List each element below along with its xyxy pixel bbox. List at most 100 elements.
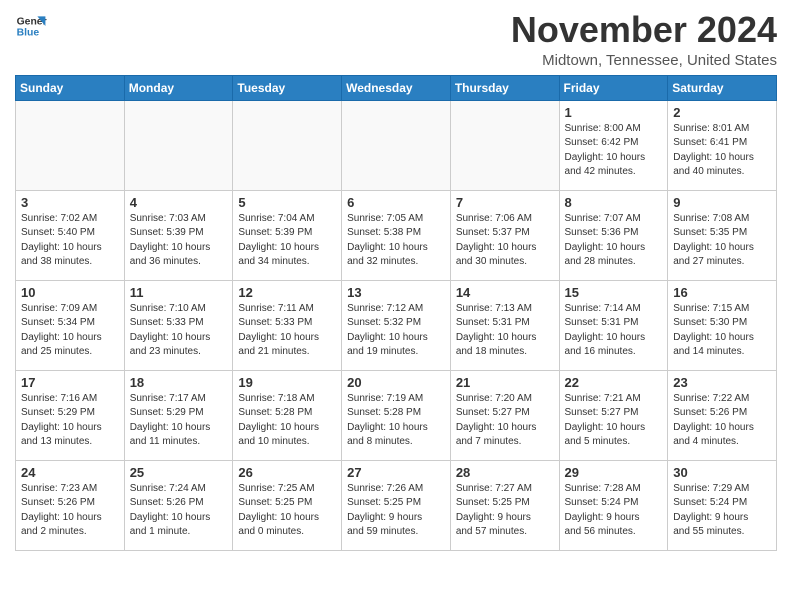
svg-text:Blue: Blue [17,28,40,39]
calendar-cell-w5-d6: 29Sunrise: 7:28 AM Sunset: 5:24 PM Dayli… [559,460,668,550]
day-number: 6 [347,195,445,210]
day-number: 27 [347,465,445,480]
calendar-cell-w4-d6: 22Sunrise: 7:21 AM Sunset: 5:27 PM Dayli… [559,370,668,460]
calendar-cell-w4-d3: 19 Sunrise: 7:18 AM Sunset: 5:28 PM Dayli… [233,370,342,460]
logo-icon: General Blue [15,10,47,42]
calendar-cell-w2-d3: 5Sunrise: 7:04 AM Sunset: 5:39 PM Daylig… [233,190,342,280]
day-number: 16 [673,285,771,300]
day-number: 18 [130,375,228,390]
day-number: 28 [456,465,554,480]
calendar-cell-w4-d7: 23Sunrise: 7:22 AM Sunset: 5:26 PM Dayli… [668,370,777,460]
day-number: 29 [565,465,663,480]
header-wednesday: Wednesday [342,75,451,100]
day-number: 1 [565,105,663,120]
header-friday: Friday [559,75,668,100]
calendar-cell-w3-d5: 14 Sunrise: 7:13 AM Sunset: 5:31 PM Dayli… [450,280,559,370]
calendar-cell-w5-d2: 25 Sunrise: 7:24 AM Sunset: 5:26 PM Dayli… [124,460,233,550]
calendar-cell-w5-d3: 26 Sunrise: 7:25 AM Sunset: 5:25 PM Dayli… [233,460,342,550]
day-number: 30 [673,465,771,480]
header-monday: Monday [124,75,233,100]
calendar-cell-w5-d5: 28Sunrise: 7:27 AM Sunset: 5:25 PM Dayli… [450,460,559,550]
day-number: 25 [130,465,228,480]
day-number: 26 [238,465,336,480]
calendar-cell-w1-d6: 1 Sunrise: 8:00 AM Sunset: 6:42 PM Daylig… [559,100,668,190]
calendar-cell-w5-d4: 27 Sunrise: 7:26 AM Sunset: 5:25 PM Dayli… [342,460,451,550]
calendar-week-5: 24 Sunrise: 7:23 AM Sunset: 5:26 PM Dayli… [16,460,777,550]
day-info: Sunrise: 7:23 AM Sunset: 5:26 PM Dayligh… [21,482,119,540]
calendar-cell-w2-d2: 4 Sunrise: 7:03 AM Sunset: 5:39 PM Daylig… [124,190,233,280]
day-info: Sunrise: 7:10 AM Sunset: 5:33 PM Dayligh… [130,302,228,360]
calendar-cell-w2-d6: 8 Sunrise: 7:07 AM Sunset: 5:36 PM Daylig… [559,190,668,280]
header-sunday: Sunday [16,75,125,100]
calendar-week-2: 3 Sunrise: 7:02 AM Sunset: 5:40 PM Daylig… [16,190,777,280]
calendar-cell-w2-d5: 7 Sunrise: 7:06 AM Sunset: 5:37 PM Daylig… [450,190,559,280]
day-number: 21 [456,375,554,390]
day-info: Sunrise: 7:24 AM Sunset: 5:26 PM Dayligh… [130,482,228,540]
day-info: Sunrise: 8:01 AM Sunset: 6:41 PM Dayligh… [673,122,771,180]
day-info: Sunrise: 7:09 AM Sunset: 5:34 PM Dayligh… [21,302,119,360]
calendar-cell-w1-d4 [342,100,451,190]
header: General Blue November 2024 Midtown, Tenn… [15,10,777,69]
day-number: 10 [21,285,119,300]
header-thursday: Thursday [450,75,559,100]
day-info: Sunrise: 7:21 AM Sunset: 5:27 PM Dayligh… [565,392,663,450]
day-number: 13 [347,285,445,300]
day-info: Sunrise: 7:18 AM Sunset: 5:28 PM Dayligh… [238,392,336,450]
day-info: Sunrise: 7:08 AM Sunset: 5:35 PM Dayligh… [673,212,771,270]
day-info: Sunrise: 7:13 AM Sunset: 5:31 PM Dayligh… [456,302,554,360]
day-info: Sunrise: 7:20 AM Sunset: 5:27 PM Dayligh… [456,392,554,450]
calendar-week-3: 10 Sunrise: 7:09 AM Sunset: 5:34 PM Dayli… [16,280,777,370]
calendar-cell-w3-d3: 12 Sunrise: 7:11 AM Sunset: 5:33 PM Dayli… [233,280,342,370]
calendar-cell-w4-d2: 18 Sunrise: 7:17 AM Sunset: 5:29 PM Dayli… [124,370,233,460]
calendar-cell-w1-d1 [16,100,125,190]
calendar-cell-w4-d1: 17Sunrise: 7:16 AM Sunset: 5:29 PM Dayli… [16,370,125,460]
day-number: 19 [238,375,336,390]
calendar-cell-w4-d4: 20 Sunrise: 7:19 AM Sunset: 5:28 PM Dayli… [342,370,451,460]
page-container: General Blue November 2024 Midtown, Tenn… [0,0,792,561]
day-info: Sunrise: 7:02 AM Sunset: 5:40 PM Dayligh… [21,212,119,270]
calendar-cell-w5-d7: 30 Sunrise: 7:29 AM Sunset: 5:24 PM Dayli… [668,460,777,550]
calendar-cell-w1-d5 [450,100,559,190]
calendar-week-1: 1 Sunrise: 8:00 AM Sunset: 6:42 PM Daylig… [16,100,777,190]
day-number: 9 [673,195,771,210]
day-info: Sunrise: 7:03 AM Sunset: 5:39 PM Dayligh… [130,212,228,270]
calendar-cell-w3-d4: 13 Sunrise: 7:12 AM Sunset: 5:32 PM Dayli… [342,280,451,370]
day-number: 14 [456,285,554,300]
day-info: Sunrise: 7:17 AM Sunset: 5:29 PM Dayligh… [130,392,228,450]
calendar-cell-w5-d1: 24 Sunrise: 7:23 AM Sunset: 5:26 PM Dayli… [16,460,125,550]
day-number: 4 [130,195,228,210]
day-info: Sunrise: 7:11 AM Sunset: 5:33 PM Dayligh… [238,302,336,360]
day-info: Sunrise: 7:15 AM Sunset: 5:30 PM Dayligh… [673,302,771,360]
logo: General Blue [15,10,51,42]
day-number: 2 [673,105,771,120]
day-info: Sunrise: 7:12 AM Sunset: 5:32 PM Dayligh… [347,302,445,360]
calendar-cell-w2-d7: 9 Sunrise: 7:08 AM Sunset: 5:35 PM Daylig… [668,190,777,280]
month-title: November 2024 [511,10,777,50]
day-number: 20 [347,375,445,390]
day-number: 3 [21,195,119,210]
calendar-cell-w1-d7: 2 Sunrise: 8:01 AM Sunset: 6:41 PM Daylig… [668,100,777,190]
day-info: Sunrise: 7:29 AM Sunset: 5:24 PM Dayligh… [673,482,771,540]
calendar-cell-w3-d7: 16 Sunrise: 7:15 AM Sunset: 5:30 PM Dayli… [668,280,777,370]
day-number: 17 [21,375,119,390]
day-info: Sunrise: 7:07 AM Sunset: 5:36 PM Dayligh… [565,212,663,270]
day-info: Sunrise: 7:25 AM Sunset: 5:25 PM Dayligh… [238,482,336,540]
day-number: 12 [238,285,336,300]
calendar-cell-w2-d1: 3 Sunrise: 7:02 AM Sunset: 5:40 PM Daylig… [16,190,125,280]
day-number: 7 [456,195,554,210]
calendar-cell-w1-d2 [124,100,233,190]
day-info: Sunrise: 8:00 AM Sunset: 6:42 PM Dayligh… [565,122,663,180]
day-number: 24 [21,465,119,480]
header-tuesday: Tuesday [233,75,342,100]
day-info: Sunrise: 7:19 AM Sunset: 5:28 PM Dayligh… [347,392,445,450]
calendar-cell-w3-d1: 10 Sunrise: 7:09 AM Sunset: 5:34 PM Dayli… [16,280,125,370]
day-number: 5 [238,195,336,210]
day-number: 11 [130,285,228,300]
day-info: Sunrise: 7:22 AM Sunset: 5:26 PM Dayligh… [673,392,771,450]
day-number: 8 [565,195,663,210]
calendar-table: Sunday Monday Tuesday Wednesday Thursday… [15,75,777,551]
day-info: Sunrise: 7:06 AM Sunset: 5:37 PM Dayligh… [456,212,554,270]
calendar-cell-w3-d2: 11 Sunrise: 7:10 AM Sunset: 5:33 PM Dayli… [124,280,233,370]
day-info: Sunrise: 7:26 AM Sunset: 5:25 PM Dayligh… [347,482,445,540]
calendar-cell-w3-d6: 15Sunrise: 7:14 AM Sunset: 5:31 PM Dayli… [559,280,668,370]
